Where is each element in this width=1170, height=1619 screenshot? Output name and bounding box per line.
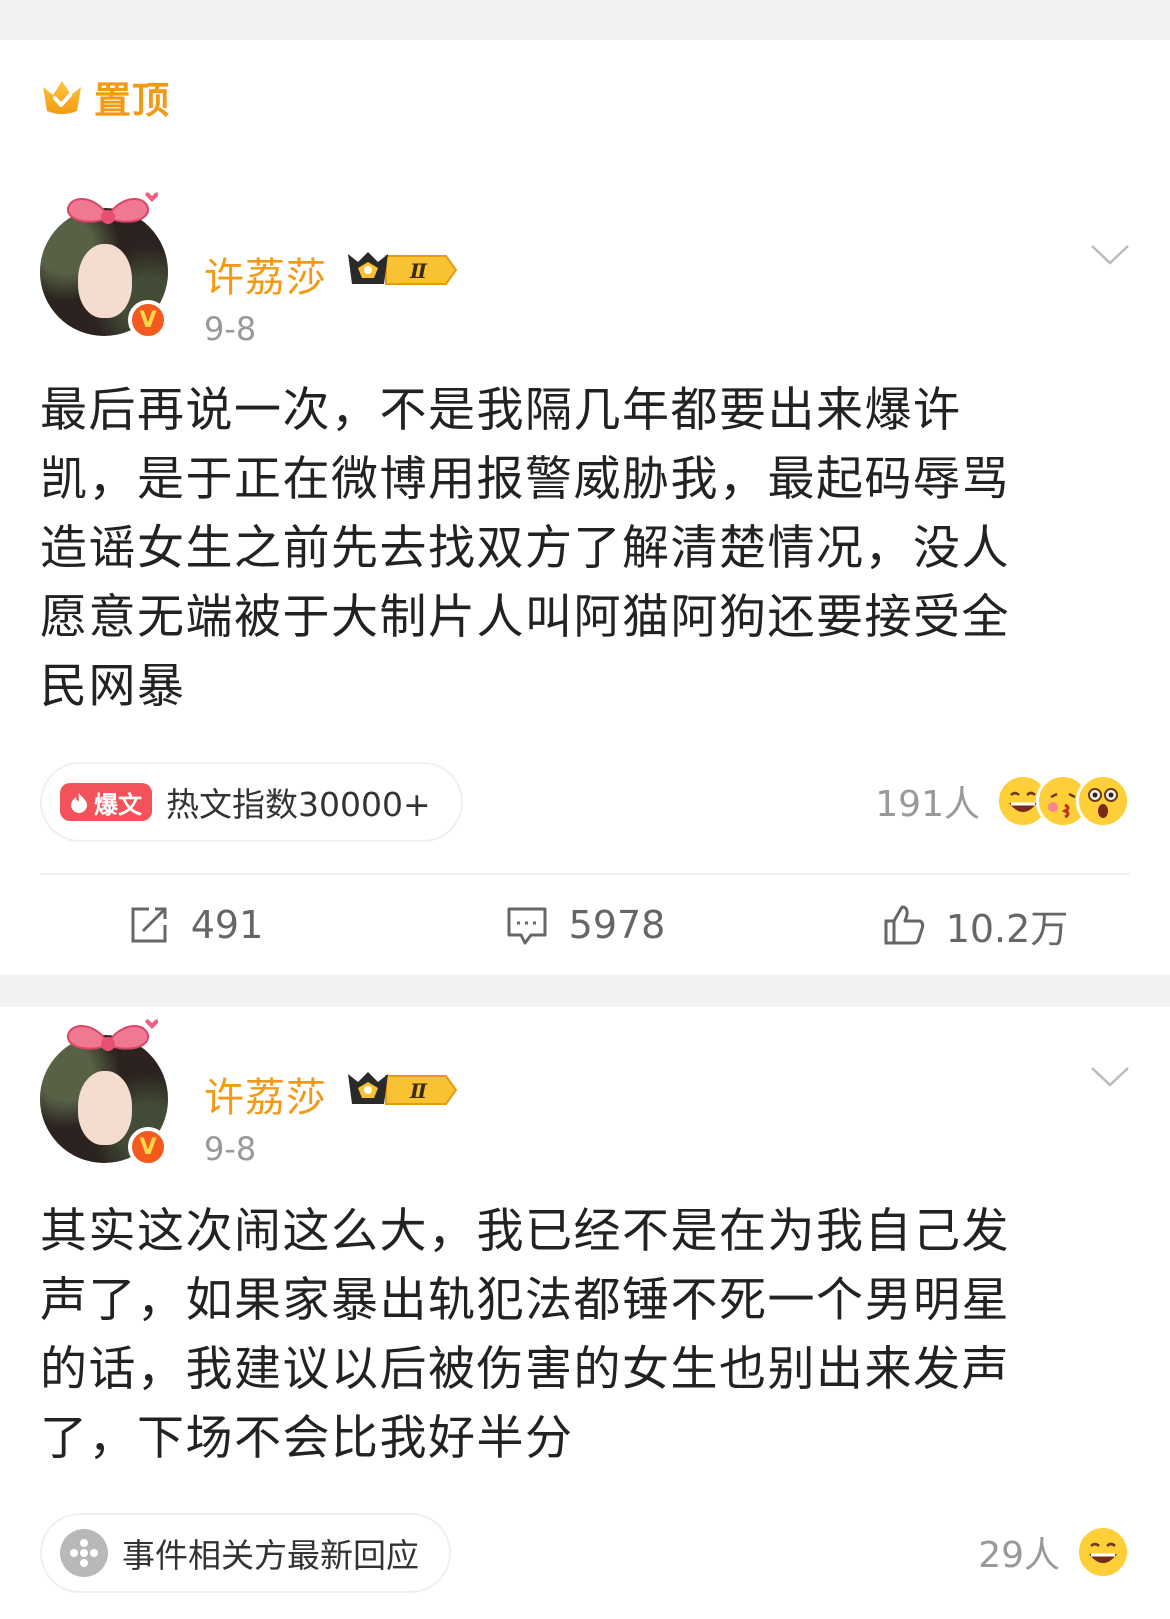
crown-pin-icon (43, 81, 81, 114)
topic-label: 事件相关方最新回应 (122, 1536, 419, 1575)
bow-icon (66, 192, 158, 224)
repost-button[interactable]: 491 (0, 895, 390, 955)
bow-icon (66, 1019, 158, 1051)
post-card[interactable]: V 许荔莎 Ⅱ 9-8 其实这次闹这么大，我已经不是在为我自己发声了，如果家暴出… (0, 1007, 1170, 1619)
chevron-down-icon[interactable] (1090, 243, 1130, 267)
post-text: 其实这次闹这么大，我已经不是在为我自己发声了，如果家暴出轨犯法都锤不死一个男明星… (40, 1204, 1010, 1466)
comment-icon (507, 907, 547, 945)
shocked-emoji-icon (1076, 774, 1130, 828)
repost-icon (131, 907, 167, 943)
username[interactable]: 许荔莎 (204, 1065, 327, 1123)
thumbs-up-icon (884, 905, 924, 945)
topic-pill[interactable]: 事件相关方最新回应 (40, 1513, 451, 1593)
top-spacer (0, 0, 1170, 40)
crown-vip-badge-icon[interactable]: Ⅱ (346, 1068, 458, 1112)
card-spacer (0, 975, 1170, 1007)
topic-label: 热文指数30000+ (166, 785, 431, 824)
repost-count: 491 (190, 903, 264, 947)
reaction-count: 191人 (875, 784, 980, 825)
reaction-count: 29人 (978, 1535, 1060, 1576)
post-date: 9-8 (204, 310, 257, 348)
chevron-down-icon[interactable] (1090, 1065, 1130, 1089)
reaction-summary[interactable]: 29人 (978, 1525, 1130, 1579)
post-card[interactable]: 置顶 V 许荔莎 Ⅱ 9-8 最后再说一次，不是我隔几年都要出来爆许凯，是于正在… (0, 40, 1170, 975)
reaction-summary[interactable]: 191人 (875, 774, 1130, 828)
comment-button[interactable]: 5978 (390, 895, 780, 955)
avatar[interactable]: V (40, 1017, 170, 1167)
comment-count: 5978 (568, 903, 666, 947)
grin-emoji-icon (1076, 1525, 1130, 1579)
avatar[interactable]: V (40, 190, 170, 340)
like-button[interactable]: 10.2万 (780, 895, 1170, 955)
vip-level: Ⅱ (409, 259, 428, 283)
action-bar: 491 5978 10.2万 (0, 895, 1170, 955)
verified-badge-icon: V (128, 1127, 168, 1167)
like-count: 10.2万 (945, 906, 1069, 951)
crown-vip-badge-icon[interactable]: Ⅱ (346, 248, 458, 292)
topic-icon (60, 1529, 108, 1577)
flame-icon (71, 793, 87, 813)
divider (40, 873, 1130, 875)
post-text: 最后再说一次，不是我隔几年都要出来爆许凯，是于正在微博用报警威胁我，最起码辱骂造… (40, 383, 1010, 714)
hot-tag-label: 爆文 (94, 790, 142, 819)
topic-pill[interactable]: 爆文 热文指数30000+ (40, 762, 463, 842)
pinned-label: 置顶 (40, 75, 170, 122)
vip-level: Ⅱ (409, 1079, 428, 1103)
post-date: 9-8 (204, 1130, 257, 1168)
verified-badge-icon: V (128, 300, 168, 340)
username[interactable]: 许荔莎 (204, 245, 327, 303)
pinned-text: 置顶 (94, 79, 170, 122)
hot-tag: 爆文 (60, 783, 152, 821)
